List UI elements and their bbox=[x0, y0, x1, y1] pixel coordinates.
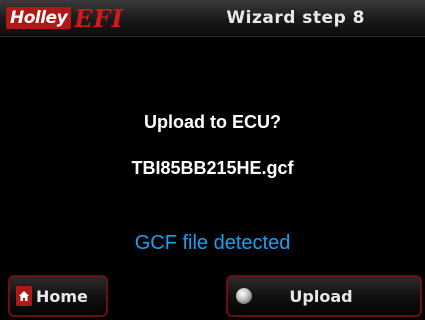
file-name: TBI85BB215HE.gcf bbox=[131, 158, 294, 178]
logo-efi-text: EFI bbox=[74, 3, 124, 33]
home-button-label: Home bbox=[36, 286, 88, 306]
home-icon bbox=[16, 286, 32, 306]
upload-prompt: Upload to ECU? bbox=[144, 112, 281, 132]
status-message: GCF file detected bbox=[134, 232, 291, 254]
wizard-screen: Holley EFI Wizard step 8 Upload to ECU? … bbox=[0, 0, 425, 320]
upload-icon bbox=[236, 288, 252, 304]
upload-button-label: Upload bbox=[289, 286, 353, 306]
header-bar: Holley EFI Wizard step 8 bbox=[0, 0, 425, 37]
home-button[interactable]: Home bbox=[8, 275, 108, 317]
upload-button[interactable]: Upload bbox=[226, 275, 422, 317]
logo-holley-text: Holley bbox=[6, 7, 72, 29]
holley-efi-logo: Holley EFI bbox=[6, 3, 124, 33]
page-title: Wizard step 8 bbox=[226, 8, 365, 28]
